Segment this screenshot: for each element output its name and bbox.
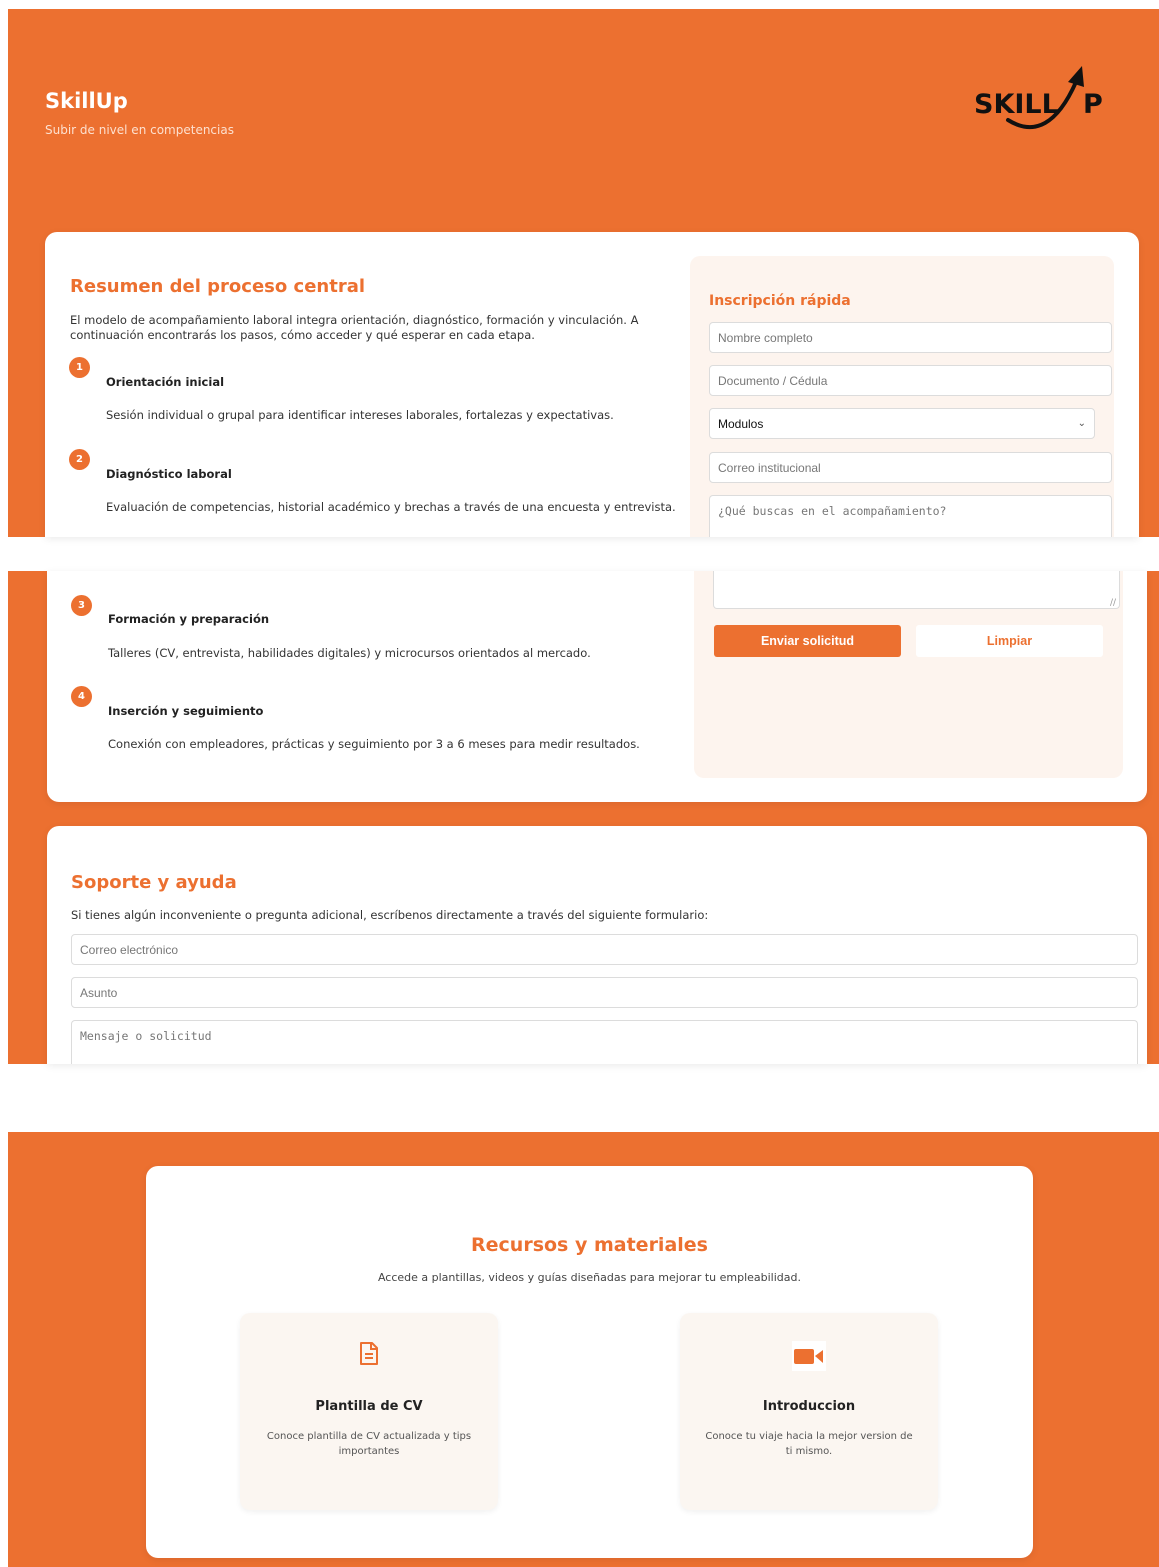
support-message-textarea[interactable]: Mensaje o solicitud	[71, 1020, 1138, 1064]
resource-card-description: Conoce plantilla de CV actualizada y tip…	[266, 1431, 472, 1457]
step-1-description: Sesión individual o grupal para identifi…	[106, 408, 614, 422]
process-intro-line1: El modelo de acompañamiento laboral inte…	[70, 313, 639, 327]
support-subject-input[interactable]: Asunto	[71, 977, 1138, 1008]
resources-card: Recursos y materiales Accede a plantilla…	[146, 1166, 1033, 1558]
logo-text-left: SKILL	[974, 89, 1059, 120]
resources-subtitle: Accede a plantillas, videos y guías dise…	[377, 1271, 802, 1284]
step-4-number: 4	[71, 686, 92, 707]
step-4-description: Conexión con empleadores, prácticas y se…	[108, 737, 640, 751]
video-camera-icon	[792, 1341, 826, 1371]
support-intro: Si tienes algún inconveniente o pregunta…	[71, 908, 709, 922]
resize-handle-icon[interactable]: ∕∕	[1110, 598, 1116, 608]
resources-title: Recursos y materiales	[471, 1234, 708, 1256]
process-intro-line2: continuación encontrarás los pasos, cómo…	[70, 328, 535, 342]
resource-card-description: Conoce tu viaje hacia la mejor version d…	[705, 1431, 913, 1457]
document-input[interactable]: Documento / Cédula	[709, 365, 1112, 396]
site-subtitle: Subir de nivel en competencias	[45, 123, 234, 137]
module-select[interactable]: Modulos ⌄	[709, 408, 1095, 439]
step-2-title: Diagnóstico laboral	[106, 467, 232, 481]
step-3-title: Formación y preparación	[108, 612, 270, 626]
step-3-number: 3	[71, 595, 92, 616]
needs-textarea[interactable]: ¿Qué buscas en el acompañamiento?	[709, 495, 1112, 537]
resource-card-title: Introduccion	[762, 1399, 856, 1414]
step-1-number: 1	[69, 357, 90, 378]
step-2-number: 2	[69, 449, 90, 470]
submit-request-button[interactable]: Enviar solicitud	[714, 625, 901, 657]
full-name-input[interactable]: Nombre completo	[709, 322, 1112, 353]
chevron-down-icon: ⌄	[1077, 418, 1086, 429]
site-title: SkillUp	[45, 89, 128, 113]
institutional-email-input[interactable]: Correo institucional	[709, 452, 1112, 483]
resource-card-introduction[interactable]: Introduccion Conoce tu viaje hacia la me…	[680, 1313, 938, 1510]
step-1-title: Orientación inicial	[106, 375, 225, 389]
needs-textarea-continued[interactable]	[713, 571, 1120, 609]
support-title: Soporte y ayuda	[71, 872, 237, 893]
quick-form-title: Inscripción rápida	[709, 293, 851, 309]
document-icon	[360, 1342, 378, 1365]
support-email-input[interactable]: Correo electrónico	[71, 934, 1138, 965]
step-3-description: Talleres (CV, entrevista, habilidades di…	[108, 646, 591, 660]
resource-card-cv-template[interactable]: Plantilla de CV Conoce plantilla de CV a…	[240, 1313, 498, 1510]
skillup-logo: SKILL P	[974, 66, 1103, 130]
clear-button[interactable]: Limpiar	[916, 625, 1103, 657]
step-2-description: Evaluación de competencias, historial ac…	[106, 500, 676, 514]
module-select-value: Modulos	[718, 416, 764, 431]
process-title: Resumen del proceso central	[70, 276, 366, 297]
step-4-title: Inserción y seguimiento	[108, 704, 264, 718]
resource-card-title: Plantilla de CV	[315, 1399, 423, 1414]
logo-text-right: P	[1083, 89, 1103, 120]
